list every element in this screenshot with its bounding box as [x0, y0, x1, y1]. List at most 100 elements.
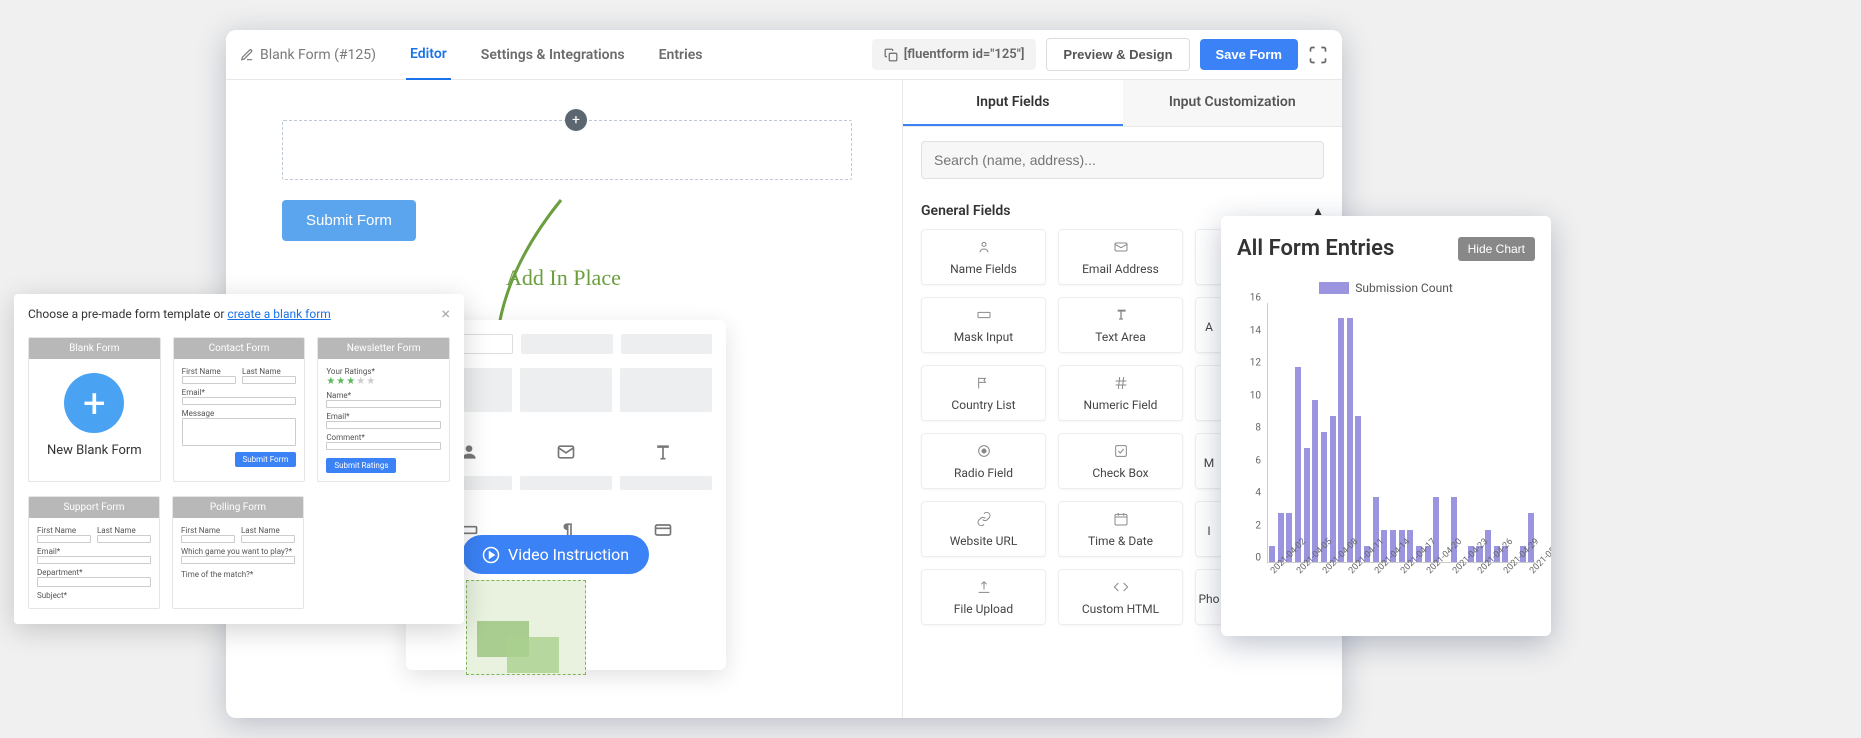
field-card-radio-field[interactable]: Radio Field	[921, 433, 1046, 489]
preview-button[interactable]: Preview & Design	[1046, 38, 1189, 71]
field-card-email-address[interactable]: Email Address	[1058, 229, 1183, 285]
fullscreen-icon[interactable]	[1308, 45, 1328, 65]
card-icon	[653, 520, 673, 540]
field-card-name-fields[interactable]: Name Fields	[921, 229, 1046, 285]
chart-title: All Form Entries	[1237, 236, 1394, 261]
field-card-time-&-date[interactable]: Time & Date	[1058, 501, 1183, 557]
field-label: Country List	[951, 398, 1015, 412]
sidebar-tab-customization[interactable]: Input Customization	[1123, 80, 1343, 126]
field-label: Email Address	[1082, 262, 1159, 276]
template-submit-btn[interactable]: Submit Form	[235, 452, 297, 467]
chart-legend: Submission Count	[1237, 281, 1535, 295]
create-blank-link[interactable]: create a blank form	[227, 307, 330, 321]
template-newsletter[interactable]: Newsletter Form Your Ratings* ★★★★★ Name…	[317, 337, 450, 482]
Website URL-icon	[976, 511, 992, 530]
form-name-text: Blank Form (#125)	[260, 47, 376, 63]
field-label: Custom HTML	[1082, 602, 1159, 616]
add-field-button[interactable]: +	[565, 109, 587, 131]
field-label: Text Area	[1095, 330, 1145, 344]
field-card-website-url[interactable]: Website URL	[921, 501, 1046, 557]
template-modal: Choose a pre-made form template or creat…	[14, 294, 464, 624]
search-input[interactable]	[921, 141, 1324, 179]
field-label: Radio Field	[954, 466, 1013, 480]
sidebar-tab-input-fields[interactable]: Input Fields	[903, 80, 1123, 126]
Numeric Field-icon	[1113, 375, 1129, 394]
field-card-pho[interactable]: Pho	[1195, 569, 1223, 625]
copy-icon	[884, 48, 898, 62]
legend-label: Submission Count	[1355, 281, 1453, 295]
template-contact[interactable]: Contact Form First NameLast Name Email* …	[173, 337, 306, 482]
chart-bar	[1269, 546, 1275, 562]
field-card-custom-html[interactable]: Custom HTML	[1058, 569, 1183, 625]
field-label: Numeric Field	[1084, 398, 1158, 412]
chart-area: 0246810121416 2021-04-022021-04-052021-0…	[1237, 303, 1535, 593]
File Upload-icon	[976, 579, 992, 598]
chart-bar	[1312, 400, 1318, 563]
field-label: Mask Input	[954, 330, 1013, 344]
field-card-i[interactable]: I	[1195, 501, 1223, 557]
y-tick: 0	[1255, 553, 1261, 564]
field-card-country-list[interactable]: Country List	[921, 365, 1046, 421]
field-card-file-upload[interactable]: File Upload	[921, 569, 1046, 625]
field-label: Website URL	[950, 534, 1018, 548]
Name Fields-icon	[976, 239, 992, 258]
field-card-mask-input[interactable]: Mask Input	[921, 297, 1046, 353]
form-name[interactable]: Blank Form (#125)	[240, 47, 376, 63]
y-tick: 2	[1255, 520, 1261, 531]
field-card-partial[interactable]	[1195, 229, 1223, 285]
Custom HTML-icon	[1113, 579, 1129, 598]
tab-nav: Editor Settings & Integrations Entries	[406, 30, 706, 80]
shortcode-box[interactable]: [fluentform id="125"]	[872, 39, 1037, 70]
tab-entries[interactable]: Entries	[655, 30, 707, 80]
field-label: Pho	[1198, 592, 1219, 606]
field-label: Name Fields	[950, 262, 1017, 276]
Check Box-icon	[1113, 443, 1129, 462]
Email Address-icon	[1113, 239, 1129, 258]
template-head: Blank Form	[29, 338, 160, 359]
shortcode-text: [fluentform id="125"]	[904, 47, 1025, 62]
field-label: Time & Date	[1088, 534, 1153, 548]
field-card-partial[interactable]	[1195, 365, 1223, 421]
field-card-text-area[interactable]: Text Area	[1058, 297, 1183, 353]
template-polling[interactable]: Polling Form First NameLast Name Which g…	[172, 496, 304, 609]
tab-settings[interactable]: Settings & Integrations	[477, 30, 629, 80]
modal-prompt: Choose a pre-made form template or creat…	[28, 307, 331, 321]
plus-icon[interactable]: +	[64, 373, 124, 433]
template-head: Polling Form	[173, 497, 303, 518]
field-label: Check Box	[1092, 466, 1148, 480]
field-card-a[interactable]: A	[1195, 297, 1223, 353]
y-tick: 8	[1255, 423, 1261, 434]
template-blank[interactable]: Blank Form + New Blank Form	[28, 337, 161, 482]
hand-annotation: Add In Place	[506, 265, 621, 291]
submit-form-button[interactable]: Submit Form	[282, 200, 416, 241]
Mask Input-icon	[976, 307, 992, 326]
field-card-m[interactable]: M	[1195, 433, 1223, 489]
y-tick: 4	[1255, 488, 1261, 499]
close-icon[interactable]: ×	[441, 304, 450, 323]
hide-chart-button[interactable]: Hide Chart	[1458, 237, 1535, 261]
template-head: Newsletter Form	[318, 338, 449, 359]
video-instruction-button[interactable]: Video Instruction	[462, 535, 649, 574]
dropzone[interactable]: +	[282, 120, 852, 180]
text-icon	[653, 442, 673, 462]
save-button[interactable]: Save Form	[1200, 39, 1298, 70]
blank-label: New Blank Form	[29, 443, 160, 458]
template-submit-btn[interactable]: Submit Ratings	[326, 458, 396, 473]
section-title: General Fields	[921, 203, 1010, 219]
Country List-icon	[976, 375, 992, 394]
template-support[interactable]: Support Form First NameLast Name Email* …	[28, 496, 160, 609]
field-card-check-box[interactable]: Check Box	[1058, 433, 1183, 489]
field-card-numeric-field[interactable]: Numeric Field	[1058, 365, 1183, 421]
legend-swatch	[1319, 282, 1349, 294]
chart-bar	[1433, 497, 1439, 562]
pencil-icon	[240, 48, 254, 62]
field-label: I	[1207, 524, 1210, 538]
mail-icon	[556, 442, 576, 462]
drop-highlight	[466, 580, 586, 675]
y-tick: 14	[1250, 325, 1261, 336]
y-tick: 10	[1250, 390, 1261, 401]
Radio Field-icon	[976, 443, 992, 462]
video-label: Video Instruction	[508, 545, 629, 564]
tab-editor[interactable]: Editor	[406, 30, 451, 80]
chart-panel: All Form Entries Hide Chart Submission C…	[1221, 216, 1551, 636]
